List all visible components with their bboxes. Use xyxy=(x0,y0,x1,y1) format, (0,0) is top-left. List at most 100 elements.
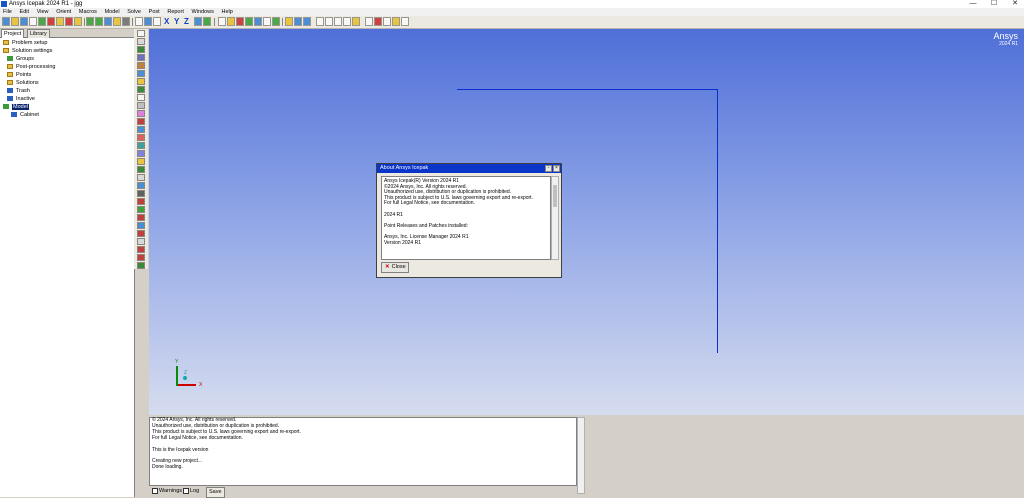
assembly-icon[interactable] xyxy=(137,38,145,45)
layout-icon[interactable] xyxy=(144,17,152,26)
menu-view[interactable]: View xyxy=(34,8,52,16)
orient-y-icon[interactable]: Y xyxy=(174,17,179,27)
post-icon[interactable] xyxy=(113,17,121,26)
merge-icon[interactable] xyxy=(137,262,145,269)
group-icon[interactable] xyxy=(383,17,391,26)
mesh-icon[interactable] xyxy=(95,17,103,26)
box-icon[interactable] xyxy=(263,17,271,26)
redo-icon[interactable] xyxy=(56,17,64,26)
duplicate-icon[interactable] xyxy=(365,17,373,26)
clip-icon[interactable] xyxy=(325,17,333,26)
enclosure-icon[interactable] xyxy=(137,102,145,109)
package-icon[interactable] xyxy=(137,158,145,165)
grid-icon[interactable] xyxy=(153,17,161,26)
orient-x-icon[interactable]: X xyxy=(164,17,169,27)
close-button[interactable]: ✕ Close xyxy=(381,262,409,273)
solve-icon[interactable] xyxy=(104,17,112,26)
message-scrollbar[interactable] xyxy=(577,417,585,494)
about-scrollbar[interactable] xyxy=(551,176,559,260)
measure-icon[interactable] xyxy=(227,17,235,26)
check-model-icon[interactable] xyxy=(86,17,94,26)
window-icon[interactable] xyxy=(135,17,143,26)
open-project-icon[interactable] xyxy=(11,17,19,26)
match-icon[interactable] xyxy=(137,246,145,253)
search-icon[interactable] xyxy=(74,17,82,26)
wall-icon[interactable] xyxy=(137,118,145,125)
periodic-boundary-icon[interactable] xyxy=(137,142,145,149)
material-icon[interactable] xyxy=(137,206,145,213)
message-window[interactable]: © 2024 Ansys, Inc. All rights reserved. … xyxy=(149,417,577,486)
paste-icon[interactable] xyxy=(343,17,351,26)
dialog-close-x-button[interactable]: × xyxy=(553,165,560,172)
morph-icon[interactable] xyxy=(137,238,145,245)
delete-icon[interactable] xyxy=(374,17,382,26)
plate-icon[interactable] xyxy=(137,110,145,117)
tree-item-solution-settings[interactable]: Solution settings xyxy=(3,47,52,55)
tree-item-points[interactable]: Points xyxy=(7,71,31,79)
save-icon[interactable] xyxy=(20,17,28,26)
menu-report[interactable]: Report xyxy=(164,8,187,16)
scale-icon[interactable] xyxy=(401,17,409,26)
orient-z-icon[interactable]: Z xyxy=(184,17,189,27)
block-icon[interactable] xyxy=(137,46,145,53)
align-icon[interactable] xyxy=(352,17,360,26)
tec-icon[interactable] xyxy=(137,190,145,197)
menu-post[interactable]: Post xyxy=(146,8,163,16)
tree-item-inactive[interactable]: Inactive xyxy=(7,95,35,103)
menu-macros[interactable]: Macros xyxy=(76,8,100,16)
select-icon[interactable] xyxy=(218,17,226,26)
snap-icon[interactable] xyxy=(392,17,400,26)
graphics-viewport[interactable]: Ansys 2024 R1 xyxy=(149,29,1024,415)
dialog-restore-button[interactable]: ▫ xyxy=(545,165,552,172)
sphere-icon[interactable] xyxy=(294,17,302,26)
save-log-button[interactable]: Save xyxy=(206,487,225,498)
grille-icon[interactable] xyxy=(137,78,145,85)
globe-icon[interactable] xyxy=(303,17,311,26)
cabinet-object-icon[interactable] xyxy=(137,30,145,37)
visibility-icon[interactable] xyxy=(285,17,293,26)
log-checkbox[interactable]: Log xyxy=(181,487,201,496)
menu-windows[interactable]: Windows xyxy=(189,8,217,16)
print-icon[interactable] xyxy=(29,17,37,26)
menu-orient[interactable]: Orient xyxy=(53,8,74,16)
remove-icon[interactable] xyxy=(137,214,145,221)
about-text-box[interactable]: Ansys Icepak(R) Version 2024 R1 ©2024 An… xyxy=(381,176,551,260)
source-icon[interactable] xyxy=(137,86,145,93)
rack-icon[interactable] xyxy=(137,182,145,189)
network-icon[interactable] xyxy=(137,166,145,173)
minimize-button[interactable]: — xyxy=(966,0,980,8)
report-icon[interactable] xyxy=(122,17,130,26)
light-icon[interactable] xyxy=(272,17,280,26)
heat-pipe-icon[interactable] xyxy=(137,134,145,141)
tree-item-post-processing[interactable]: Post-processing xyxy=(7,63,55,71)
wire-icon[interactable] xyxy=(245,17,253,26)
snapshot-icon[interactable] xyxy=(38,17,46,26)
printed-circuit-board-icon[interactable] xyxy=(137,94,145,101)
wire-object-icon[interactable] xyxy=(137,174,145,181)
blower-icon[interactable] xyxy=(137,150,145,157)
copy-object-icon[interactable] xyxy=(137,222,145,229)
warnings-checkbox[interactable]: Warnings xyxy=(150,487,184,496)
iso-view-icon[interactable] xyxy=(194,17,202,26)
tree-item-trash[interactable]: Trash xyxy=(7,87,30,95)
triangle-icon[interactable] xyxy=(236,17,244,26)
menu-help[interactable]: Help xyxy=(219,8,236,16)
resistance-icon[interactable] xyxy=(137,126,145,133)
copy-icon[interactable] xyxy=(334,17,342,26)
zoom-fit-icon[interactable] xyxy=(203,17,211,26)
tab-library[interactable]: Library xyxy=(27,29,50,38)
menu-edit[interactable]: Edit xyxy=(17,8,32,16)
ducts-icon[interactable] xyxy=(137,198,145,205)
maximize-button[interactable]: ☐ xyxy=(987,0,1001,8)
tree-item-solutions[interactable]: Solutions xyxy=(7,79,39,87)
close-window-button[interactable]: ✕ xyxy=(1008,0,1022,8)
shade-icon[interactable] xyxy=(254,17,262,26)
menu-model[interactable]: Model xyxy=(102,8,123,16)
tool-icon[interactable] xyxy=(65,17,73,26)
undo-icon[interactable] xyxy=(47,17,55,26)
heatsink-icon[interactable] xyxy=(137,62,145,69)
tree-item-problem-setup[interactable]: Problem setup xyxy=(3,39,47,47)
tree-item-cabinet[interactable]: Cabinet xyxy=(11,111,39,119)
menu-file[interactable]: File xyxy=(0,8,15,16)
opening-icon[interactable] xyxy=(137,70,145,77)
